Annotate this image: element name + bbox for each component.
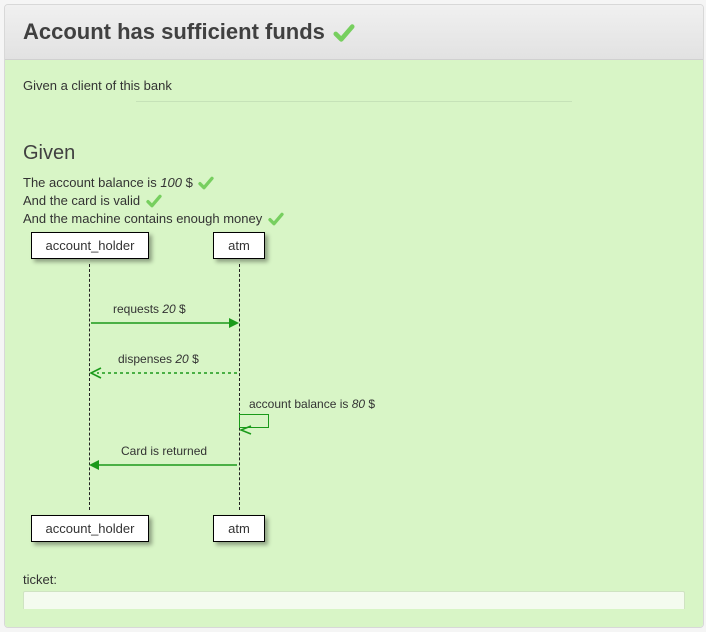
msg-text: dispenses <box>118 352 175 366</box>
arrow-left-icon <box>89 366 239 380</box>
titlebar: Account has sufficient funds <box>5 5 703 60</box>
sequence-diagram: account_holder atm account_holder atm re… <box>23 232 685 542</box>
participant-box: atm <box>213 515 265 542</box>
scenario-panel: Account has sufficient funds Given a cli… <box>4 4 704 628</box>
message-label: dispenses 20 $ <box>118 352 199 366</box>
participant-box: atm <box>213 232 265 259</box>
divider <box>136 101 573 102</box>
step-value: 100 <box>160 175 182 190</box>
msg-value: 20 <box>175 352 188 366</box>
check-icon <box>146 193 162 207</box>
background-given: Given a client of this bank <box>23 78 685 93</box>
lifeline-atm <box>239 264 240 510</box>
msg-text: Card is returned <box>121 444 207 458</box>
msg-value: 20 <box>162 302 175 316</box>
ticket-box <box>23 591 685 609</box>
check-icon <box>268 211 284 225</box>
step: The account balance is 100 $ <box>23 175 685 190</box>
scenario-title: Account has sufficient funds <box>23 19 355 45</box>
arrow-left-icon <box>89 458 239 472</box>
msg-suffix: $ <box>189 352 199 366</box>
msg-text: account balance is <box>249 397 352 411</box>
check-icon <box>198 175 214 189</box>
arrow-right-icon <box>89 316 239 330</box>
arrow-left-icon <box>239 425 253 435</box>
step: And the machine contains enough money <box>23 211 685 226</box>
step-prefix: The account balance is <box>23 175 160 190</box>
message-label: Card is returned <box>121 444 207 458</box>
msg-value: 80 <box>352 397 365 411</box>
step-prefix: And the machine contains enough money <box>23 211 262 226</box>
scenario-title-text: Account has sufficient funds <box>23 19 325 44</box>
message-label: account balance is 80 $ <box>249 397 375 411</box>
msg-suffix: $ <box>365 397 375 411</box>
given-heading: Given <box>23 142 685 165</box>
scenario-body: Given a client of this bank Given The ac… <box>5 60 703 627</box>
participant-box: account_holder <box>31 232 149 259</box>
msg-text: requests <box>113 302 162 316</box>
msg-suffix: $ <box>176 302 186 316</box>
message-label: requests 20 $ <box>113 302 186 316</box>
step-suffix: $ <box>182 175 193 190</box>
participant-box: account_holder <box>31 515 149 542</box>
lifeline-account-holder <box>89 264 90 510</box>
step-prefix: And the card is valid <box>23 193 140 208</box>
check-icon <box>333 22 355 42</box>
ticket-label: ticket: <box>23 572 685 587</box>
step: And the card is valid <box>23 193 685 208</box>
